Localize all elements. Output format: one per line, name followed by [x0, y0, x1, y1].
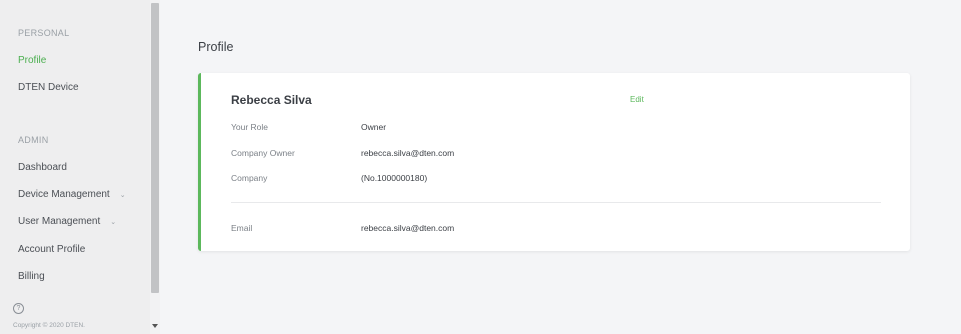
- sidebar-item-label: User Management: [18, 216, 101, 227]
- sidebar-item-account-profile[interactable]: Account Profile: [18, 244, 85, 255]
- sidebar-item-label: Profile: [18, 55, 47, 66]
- sidebar-item-label: DTEN Device: [18, 82, 79, 93]
- company-owner-label: Company Owner: [231, 148, 295, 158]
- email-value: rebecca.silva@dten.com: [361, 223, 455, 233]
- sidebar: PERSONAL Profile DTEN Device ADMIN Dashb…: [0, 0, 160, 334]
- edit-link[interactable]: Edit: [630, 95, 644, 104]
- role-value: Owner: [361, 122, 387, 132]
- sidebar-item-billing[interactable]: Billing: [18, 271, 45, 282]
- section-label-personal: PERSONAL: [18, 28, 70, 38]
- company-owner-value: rebecca.silva@dten.com: [361, 148, 455, 158]
- sidebar-item-label: Billing: [18, 271, 45, 282]
- company-value: (No.1000000180): [361, 173, 428, 183]
- scrollbar-thumb[interactable]: [151, 3, 159, 293]
- chevron-down-icon: ⌄: [119, 191, 126, 199]
- sidebar-item-user-management[interactable]: User Management ⌄: [18, 216, 116, 227]
- copyright-text: Copyright © 2020 DTEN.: [13, 322, 85, 329]
- sidebar-item-label: Account Profile: [18, 244, 86, 255]
- scroll-down-arrow-icon[interactable]: [152, 324, 158, 328]
- sidebar-item-profile[interactable]: Profile: [18, 55, 46, 66]
- sidebar-nav: PERSONAL Profile DTEN Device ADMIN Dashb…: [0, 0, 150, 334]
- sidebar-item-label: Device Management: [18, 189, 110, 200]
- page-title: Profile: [198, 40, 234, 54]
- chevron-down-icon: ⌄: [110, 218, 117, 226]
- sidebar-item-device-management[interactable]: Device Management ⌄: [18, 189, 126, 200]
- section-label-admin: ADMIN: [18, 135, 49, 145]
- profile-card: Rebecca Silva Edit Your Role Owner Compa…: [198, 73, 910, 251]
- role-label: Your Role: [231, 122, 269, 132]
- sidebar-item-dashboard[interactable]: Dashboard: [18, 162, 67, 173]
- sidebar-scrollbar[interactable]: [150, 0, 160, 334]
- user-name: Rebecca Silva: [231, 93, 312, 107]
- divider: [231, 202, 881, 203]
- sidebar-item-dten-device[interactable]: DTEN Device: [18, 82, 79, 93]
- company-label: Company: [231, 173, 268, 183]
- email-label: Email: [231, 223, 253, 233]
- sidebar-item-label: Dashboard: [18, 162, 67, 173]
- help-circle-icon[interactable]: ?: [13, 303, 24, 314]
